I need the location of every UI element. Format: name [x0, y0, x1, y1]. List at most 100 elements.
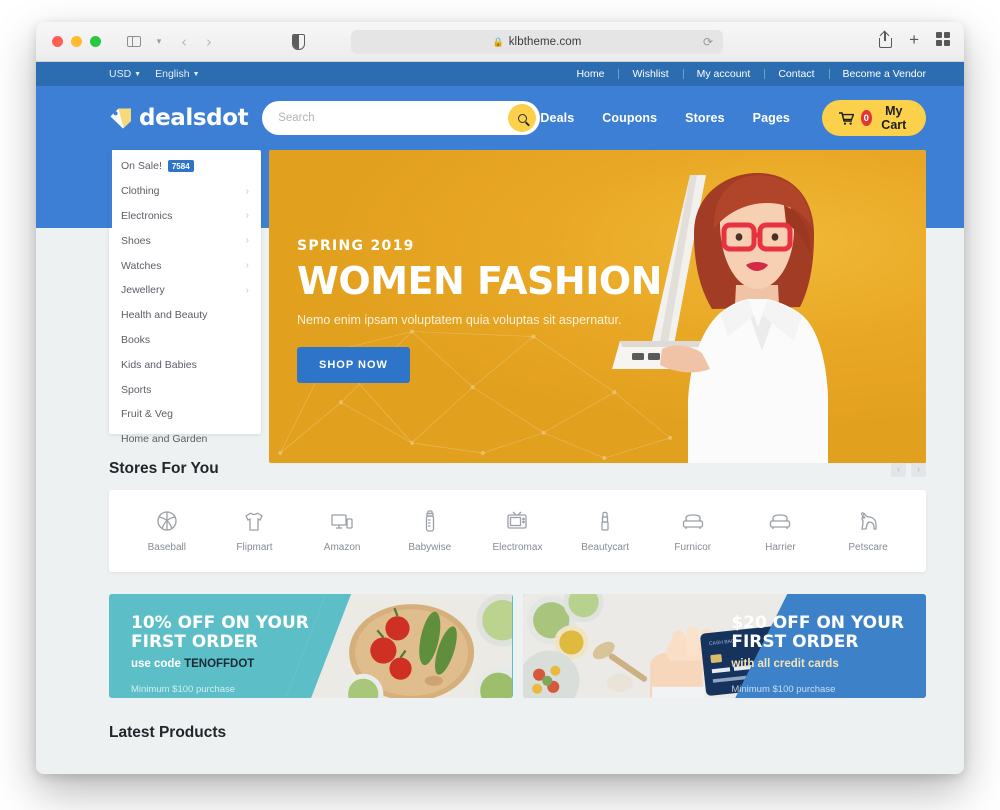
hero-kicker: SPRING 2019 — [297, 238, 415, 254]
window-controls[interactable] — [52, 36, 101, 47]
plus-icon[interactable]: + — [909, 31, 919, 48]
desktop-background: ▾ ‹ › 🔒 klbtheme.com ⟳ + USD ▼ English ▼… — [0, 0, 1000, 810]
chevron-right-icon: › — [245, 284, 249, 296]
lock-icon: 🔒 — [492, 36, 504, 47]
store-item-electromax[interactable]: Electromax — [476, 509, 558, 553]
sofa-icon — [681, 509, 705, 533]
currency-label: USD — [109, 68, 132, 80]
chevron-right-icon: › — [245, 210, 249, 222]
nav-item-deals[interactable]: Deals — [540, 111, 574, 125]
ball-icon — [155, 509, 179, 533]
category-item-home-and-garden[interactable]: Home and Garden — [109, 427, 261, 452]
category-item-sports[interactable]: Sports — [109, 377, 261, 402]
store-item-petscare[interactable]: Petscare — [827, 509, 909, 553]
category-label: Fruit & Veg — [121, 408, 173, 421]
viewport-fade-mask — [36, 752, 964, 774]
promo-banner-twenty-dollars[interactable]: CASH BACK citi VISA — [522, 594, 926, 698]
stores-next-button[interactable]: › — [911, 461, 926, 477]
category-item-clothing[interactable]: Clothing › — [109, 179, 261, 204]
category-item-books[interactable]: Books — [109, 328, 261, 353]
television-icon — [505, 509, 529, 533]
store-name: Beautycart — [581, 542, 630, 553]
store-item-harrier[interactable]: Harrier — [739, 509, 821, 553]
currency-selector[interactable]: USD ▼ — [109, 68, 141, 80]
browser-toolbar-left: ▾ ‹ › — [123, 31, 220, 53]
close-window-button[interactable] — [52, 36, 63, 47]
utility-link-my-account[interactable]: My account — [682, 68, 765, 80]
nav-item-coupons[interactable]: Coupons — [602, 111, 657, 125]
promo-banner-ten-percent[interactable]: 10% OFF ON YOUR FIRST ORDER use code TEN… — [109, 594, 513, 698]
share-icon[interactable] — [879, 32, 893, 48]
store-name: Flipmart — [236, 542, 273, 553]
cart-count-badge: 0 — [861, 110, 872, 126]
category-item-jewellery[interactable]: Jewellery › — [109, 278, 261, 303]
nav-item-stores[interactable]: Stores — [685, 111, 725, 125]
browser-toolbar-right: + — [879, 31, 950, 48]
forward-arrow-icon[interactable]: › — [198, 31, 220, 53]
category-item-fruit-and-veg[interactable]: Fruit & Veg — [109, 402, 261, 427]
hero-banner[interactable]: SPRING 2019 WOMEN FASHION Nemo enim ipsa… — [269, 150, 926, 463]
category-item-shoes[interactable]: Shoes › — [109, 228, 261, 253]
promo-heading-line1: $20 OFF ON YOUR — [731, 613, 904, 633]
search-input[interactable] — [278, 112, 509, 124]
category-item-health-and-beauty[interactable]: Health and Beauty — [109, 303, 261, 328]
utility-link-wishlist[interactable]: Wishlist — [618, 68, 682, 80]
promo-copy: $20 OFF ON YOUR FIRST ORDER with all cre… — [731, 613, 904, 695]
shopping-cart-icon — [839, 111, 855, 125]
site-utility-bar: USD ▼ English ▼ Home Wishlist My account… — [36, 62, 964, 86]
site-header: dealsdot Deals Coupons Stores Pages — [36, 86, 964, 150]
category-count-badge: 7584 — [167, 160, 194, 173]
category-sidebar: On Sale! 7584 Clothing › Electronics › S… — [109, 150, 261, 445]
price-tag-icon — [109, 107, 133, 129]
category-item-watches[interactable]: Watches › — [109, 253, 261, 278]
category-label: Books — [121, 333, 151, 346]
category-item-electronics[interactable]: Electronics › — [109, 204, 261, 229]
minimize-window-button[interactable] — [71, 36, 82, 47]
reader-mode-icon[interactable] — [292, 34, 305, 50]
language-selector[interactable]: English ▼ — [155, 68, 199, 80]
stores-carousel-nav: ‹ › — [891, 461, 926, 477]
reload-icon[interactable]: ⟳ — [703, 35, 713, 49]
promo-sub-prefix: with all credit cards — [731, 658, 839, 671]
hero-title: WOMEN FASHION — [297, 259, 662, 303]
store-name: Electromax — [492, 542, 543, 553]
nav-item-pages[interactable]: Pages — [753, 111, 790, 125]
next-section-title: Latest Products — [109, 724, 227, 741]
store-item-babywise[interactable]: Babywise — [389, 509, 471, 553]
store-item-flipmart[interactable]: Flipmart — [213, 509, 295, 553]
search-bar[interactable] — [262, 101, 541, 135]
tab-overview-icon[interactable] — [936, 32, 950, 46]
store-item-furnicor[interactable]: Furnicor — [652, 509, 734, 553]
category-item-on-sale[interactable]: On Sale! 7584 — [109, 154, 261, 179]
shop-now-button[interactable]: SHOP NOW — [297, 347, 410, 383]
hero-copy: SPRING 2019 WOMEN FASHION Nemo enim ipsa… — [297, 238, 662, 383]
category-label: Home and Garden — [121, 433, 208, 446]
sidebar-toggle-icon[interactable] — [123, 31, 145, 53]
cart-button[interactable]: 0 My Cart — [822, 100, 926, 136]
utility-link-home[interactable]: Home — [562, 68, 618, 80]
search-button[interactable] — [508, 104, 537, 132]
store-item-amazon[interactable]: Amazon — [301, 509, 383, 553]
category-item-kids-and-babies[interactable]: Kids and Babies — [109, 352, 261, 377]
utility-links: Home Wishlist My account Contact Become … — [562, 68, 926, 80]
back-arrow-icon[interactable]: ‹ — [173, 31, 195, 53]
store-item-beautycart[interactable]: Beautycart — [564, 509, 646, 553]
store-item-baseball[interactable]: Baseball — [126, 509, 208, 553]
logo-text: dealsdot — [139, 105, 249, 131]
language-label: English — [155, 68, 190, 80]
address-bar[interactable]: 🔒 klbtheme.com ⟳ — [351, 30, 723, 54]
maximize-window-button[interactable] — [90, 36, 101, 47]
promo-sub-prefix: use code — [131, 658, 185, 671]
chevron-right-icon: › — [245, 185, 249, 197]
stores-prev-button[interactable]: ‹ — [891, 461, 906, 477]
promo-heading-line1: 10% OFF ON YOUR — [131, 613, 309, 633]
chevron-down-icon[interactable]: ▾ — [148, 31, 170, 53]
site-logo[interactable]: dealsdot — [109, 105, 249, 131]
pet-icon — [856, 509, 880, 533]
chevron-down-icon: ▼ — [192, 70, 200, 78]
utility-link-become-a-vendor[interactable]: Become a Vendor — [828, 68, 926, 80]
utility-link-contact[interactable]: Contact — [764, 68, 828, 80]
store-name: Furnicor — [674, 542, 712, 553]
lipstick-icon — [593, 509, 617, 533]
tshirt-icon — [242, 509, 266, 533]
